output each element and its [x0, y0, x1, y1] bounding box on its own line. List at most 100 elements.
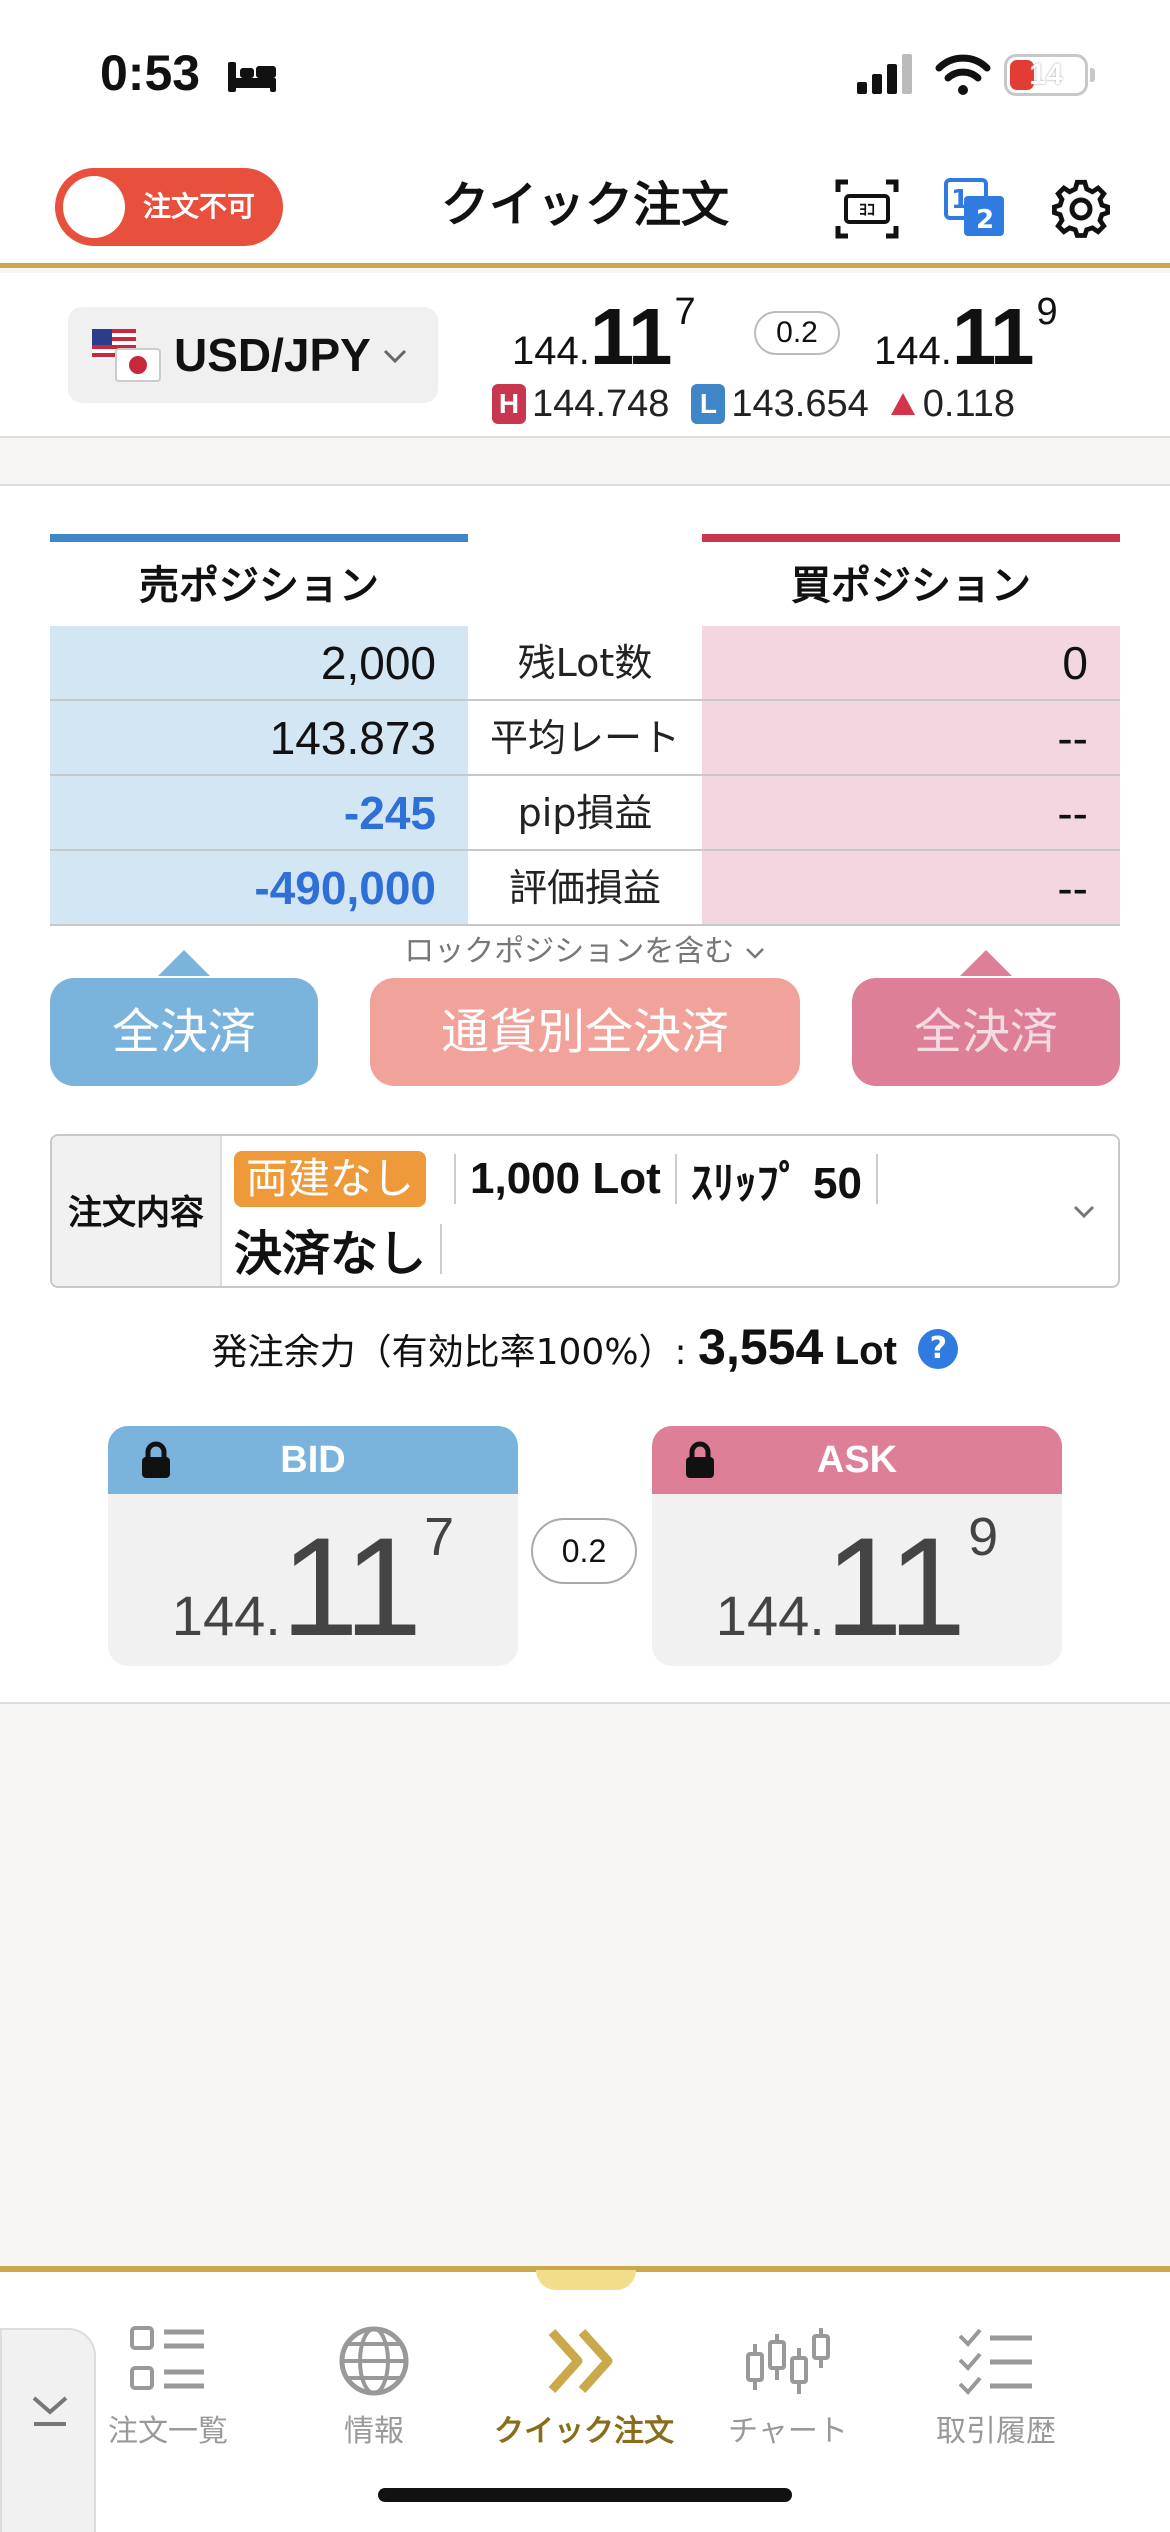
wifi-icon: [935, 54, 991, 95]
header-spread: 0.2: [754, 311, 840, 355]
change-value: 0.118: [922, 382, 1016, 425]
candlestick-chart-icon: [746, 2328, 830, 2394]
order-settings-box[interactable]: 注文内容 両建なし 1,000 Lot ｽﾘｯﾌﾟ 50 決済なし: [50, 1134, 1120, 1288]
bid-price-pip: 7: [424, 1507, 455, 1567]
order-lot: 1,000 Lot: [470, 1154, 661, 1203]
currency-pair-selector[interactable]: USD/JPY: [68, 307, 438, 403]
low-badge: L: [691, 384, 726, 424]
checklist-icon: [958, 2328, 1032, 2395]
ask-buy-button[interactable]: ASK 144.11 9: [652, 1426, 1062, 1666]
low-value: 143.654: [731, 382, 869, 425]
sell-unrealized-pl: -490,000: [50, 851, 468, 924]
multi-window-icon[interactable]: 1 2: [940, 176, 1010, 242]
lock-icon[interactable]: [682, 1440, 718, 1480]
ask-label: ASK: [816, 1439, 898, 1481]
nav-quick-order[interactable]: クイック注文: [494, 2324, 674, 2484]
ask-price-pip: 9: [1036, 291, 1058, 333]
currency-rate-row: USD/JPY 144.11 7 0.2 144.11 9 H 144.748 L …: [0, 273, 1170, 438]
sell-position-header: 売ポジション: [139, 563, 379, 609]
currency-close-all-button[interactable]: 通貨別全決済: [370, 978, 800, 1086]
help-icon[interactable]: ?: [918, 1329, 959, 1369]
ask-price-pip: 9: [968, 1507, 999, 1567]
table-row: 143.873 平均レート --: [50, 701, 1120, 776]
order-slippage: ｽﾘｯﾌﾟ 50: [690, 1159, 862, 1208]
buy-avg-rate: --: [702, 701, 1120, 774]
globe-icon: [339, 2326, 409, 2396]
margin-label: 発注余力（有効比率100%）:: [211, 1332, 687, 1373]
svg-text:ﾖｺ: ﾖｺ: [859, 200, 875, 219]
order-margin-line: 発注余力（有効比率100%）: 3,554 Lot ?: [0, 1318, 1170, 1376]
sell-arrow-icon: [158, 950, 210, 976]
svg-text:2: 2: [976, 205, 994, 235]
chevron-down-icon: [745, 948, 764, 959]
nav-trade-history[interactable]: 取引履歴: [906, 2324, 1086, 2484]
nav-chart[interactable]: チャート: [698, 2324, 878, 2484]
row-label: 残Lot数: [468, 626, 702, 699]
ask-price-main: 11: [951, 292, 1035, 381]
nav-label: 情報: [344, 2414, 404, 2449]
double-chevron-right-icon: [548, 2328, 613, 2394]
status-bar: 0:53 14: [0, 0, 1170, 150]
position-table: 2,000 残Lot数 0 143.873 平均レート -- -245 pip損…: [50, 626, 1120, 926]
chevron-down-icon: [1073, 1205, 1095, 1219]
landscape-scan-icon[interactable]: ﾖｺ: [832, 176, 902, 242]
quick-order-panel: 売ポジション 買ポジション 2,000 残Lot数 0 143.873 平均レー…: [0, 486, 1170, 1704]
home-indicator: [378, 2488, 792, 2502]
header-bid-price: 144.11 7: [512, 291, 696, 383]
currency-pair-name: USD/JPY: [174, 329, 371, 381]
order-settings-line1: 両建なし 1,000 Lot ｽﾘｯﾌﾟ 50: [234, 1148, 892, 1210]
ask-price: 144.11 9: [652, 1506, 1062, 1666]
lock-note-text: ロックポジションを含む: [404, 934, 735, 969]
sell-close-all-button[interactable]: 全決済: [50, 978, 318, 1086]
buy-arrow-icon: [960, 950, 1012, 976]
nav-label: 注文一覧: [108, 2414, 228, 2449]
sell-pip-pl: -245: [50, 776, 468, 849]
sell-avg-rate: 143.873: [50, 701, 468, 774]
order-settings-line2: 決済なし: [234, 1218, 456, 1282]
nav-label: クイック注文: [494, 2414, 674, 2449]
section-divider: [0, 438, 1170, 486]
nav-label: チャート: [728, 2414, 848, 2449]
status-time: 0:53: [100, 45, 201, 101]
nav-active-tab-indicator: [536, 2270, 636, 2290]
cell-signal-icon: [857, 54, 912, 94]
ask-price-main: 11: [824, 1508, 966, 1665]
nav-order-list[interactable]: 注文一覧: [78, 2324, 258, 2484]
app-header: 注文不可 クイック注文 ﾖｺ 1 2: [0, 150, 1170, 268]
buy-position-header: 買ポジション: [791, 563, 1031, 609]
ask-price-prefix: 144.: [874, 329, 952, 373]
bid-card-header: BID: [108, 1426, 518, 1494]
row-label: 評価損益: [468, 851, 702, 924]
chevron-down-icon: [383, 349, 407, 364]
margin-value: 3,554: [698, 1319, 824, 1375]
hedge-badge: 両建なし: [234, 1151, 427, 1207]
buy-close-all-button[interactable]: 全決済: [852, 978, 1120, 1086]
collapse-down-icon: [32, 2396, 68, 2426]
row-label: 平均レート: [468, 701, 702, 774]
ask-card-header: ASK: [652, 1426, 1062, 1494]
buy-pip-pl: --: [702, 776, 1120, 849]
ask-price-prefix: 144.: [715, 1584, 825, 1647]
nav-label: 取引履歴: [936, 2414, 1056, 2449]
bid-price-prefix: 144.: [512, 329, 590, 373]
table-row: -245 pip損益 --: [50, 776, 1120, 851]
high-badge: H: [492, 384, 526, 424]
lock-icon[interactable]: [138, 1440, 174, 1480]
high-value: 144.748: [532, 382, 670, 425]
bid-label: BID: [280, 1439, 346, 1481]
sell-lots: 2,000: [50, 626, 468, 699]
margin-unit: Lot: [834, 1329, 897, 1373]
gear-icon[interactable]: [1046, 176, 1116, 242]
usd-jpy-flag-icon: [92, 329, 161, 382]
bid-price-pip: 7: [674, 291, 696, 333]
buy-lots: 0: [702, 626, 1120, 699]
nav-info[interactable]: 情報: [284, 2324, 464, 2484]
order-settle: 決済なし: [234, 1226, 427, 1282]
battery-level: 14: [1029, 58, 1063, 91]
bid-price-prefix: 144.: [171, 1584, 281, 1647]
table-row: 2,000 残Lot数 0: [50, 626, 1120, 701]
bid-price: 144.11 7: [108, 1506, 518, 1666]
list-icon: [130, 2326, 204, 2390]
bid-sell-button[interactable]: BID 144.11 7: [108, 1426, 518, 1666]
order-settings-label: 注文内容: [52, 1136, 222, 1286]
